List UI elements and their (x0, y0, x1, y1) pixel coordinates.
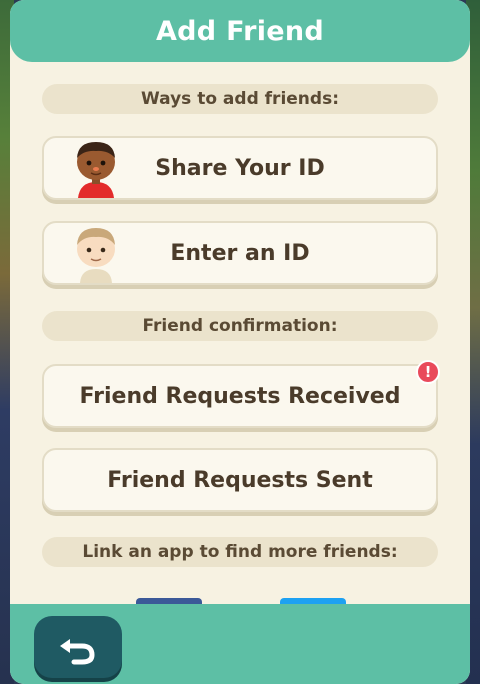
alert-badge: ! (416, 360, 440, 384)
friend-requests-sent-label: Friend Requests Sent (107, 467, 373, 493)
share-your-id-button[interactable]: Share Your ID (42, 136, 438, 200)
friend-confirmation-label: Friend confirmation: (42, 311, 438, 341)
back-button[interactable] (34, 616, 122, 678)
add-friend-panel: Add Friend Ways to add friends: Share Yo… (10, 0, 470, 684)
ways-to-add-label: Ways to add friends: (42, 84, 438, 114)
friend-requests-sent-button[interactable]: Friend Requests Sent (42, 448, 438, 512)
enter-an-id-label: Enter an ID (170, 240, 310, 266)
friend-requests-received-button[interactable]: Friend Requests Received ! (42, 360, 440, 428)
alert-exclamation-icon: ! (424, 363, 432, 381)
page-title: Add Friend (155, 15, 325, 47)
friend-requests-received-label: Friend Requests Received (79, 383, 401, 409)
back-arrow-icon (60, 639, 95, 665)
villager-avatar-red-shirt-icon (77, 142, 115, 198)
share-your-id-label: Share Your ID (155, 155, 325, 181)
link-an-app-label: Link an app to find more friends: (42, 537, 438, 567)
enter-an-id-button[interactable]: Enter an ID (42, 221, 438, 285)
header-bar: Add Friend (10, 0, 470, 62)
villager-avatar-plain-icon (77, 228, 115, 283)
